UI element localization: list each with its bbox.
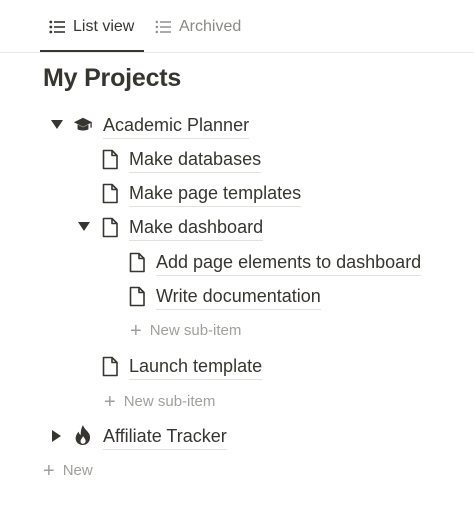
tree-item-academic-planner[interactable]: Academic Planner <box>0 110 474 140</box>
tab-list-view-label: List view <box>73 17 135 35</box>
new-sub-item-button[interactable]: + New sub-item <box>104 390 216 413</box>
new-sub-item-button[interactable]: + New sub-item <box>130 319 242 342</box>
list-icon <box>49 20 65 34</box>
tree-item-add-page-elements[interactable]: Add page elements to dashboard <box>0 247 474 277</box>
tree-item-make-page-templates[interactable]: Make page templates <box>0 178 474 208</box>
page-icon <box>100 355 120 377</box>
tree-item-label: Make page templates <box>129 182 302 207</box>
tab-archived[interactable]: Archived <box>155 0 241 53</box>
view-tabs: List view Archived <box>0 0 474 53</box>
tree-item-make-dashboard[interactable]: Make dashboard <box>0 212 474 242</box>
tree-item-write-documentation[interactable]: Write documentation <box>0 281 474 311</box>
chevron-down-icon[interactable] <box>50 118 64 132</box>
tree-item-make-databases[interactable]: Make databases <box>0 144 474 174</box>
page-icon <box>100 182 120 204</box>
tab-list-view[interactable]: List view <box>49 0 134 53</box>
tree-item-label: Academic Planner <box>103 114 250 139</box>
tree-item-label: Affiliate Tracker <box>103 425 227 450</box>
tree-item-launch-template[interactable]: Launch template <box>0 351 474 381</box>
page-icon <box>127 285 147 307</box>
page: List view Archived My Projects Academic … <box>0 0 474 516</box>
tree-item-label: Add page elements to dashboard <box>156 251 422 276</box>
tree-item-affiliate-tracker[interactable]: Affiliate Tracker <box>0 421 474 451</box>
tree-item-label: Make databases <box>129 148 262 173</box>
chevron-right-icon[interactable] <box>50 429 64 443</box>
chevron-down-icon[interactable] <box>77 220 91 234</box>
new-sub-item-label: New sub-item <box>149 322 242 339</box>
page-title: My Projects <box>43 64 182 92</box>
page-icon <box>100 216 120 238</box>
active-tab-indicator <box>40 50 144 52</box>
plus-icon: + <box>43 459 55 482</box>
plus-icon: + <box>104 390 116 413</box>
new-item-button[interactable]: + New <box>43 459 93 482</box>
fire-icon <box>73 424 93 446</box>
tree-item-label: Write documentation <box>156 285 321 310</box>
tree-item-label: Launch template <box>129 355 263 380</box>
new-sub-item-label: New sub-item <box>123 393 216 410</box>
plus-icon: + <box>130 319 142 342</box>
tab-archived-label: Archived <box>179 17 242 35</box>
page-icon <box>127 251 147 273</box>
graduation-cap-icon <box>73 114 93 136</box>
page-icon <box>100 148 120 170</box>
tree-item-label: Make dashboard <box>129 216 264 241</box>
list-icon <box>155 20 171 34</box>
new-item-label: New <box>62 462 93 479</box>
